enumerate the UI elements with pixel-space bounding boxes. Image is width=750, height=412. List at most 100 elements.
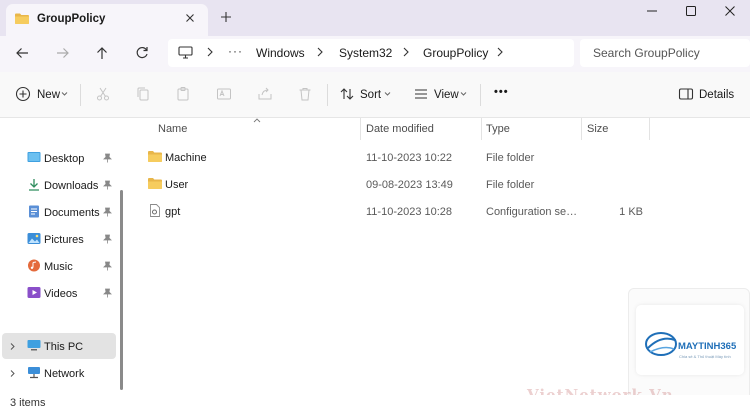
rename-icon[interactable] xyxy=(216,86,232,102)
column-header-type[interactable]: Type xyxy=(486,123,510,135)
cut-icon[interactable] xyxy=(95,86,111,102)
sidebar-item-label: Documents xyxy=(44,207,100,219)
sidebar-item-videos[interactable]: Videos xyxy=(0,280,116,306)
toolbar-divider xyxy=(480,84,481,106)
chevron-up-icon xyxy=(253,118,261,123)
more-options-button[interactable]: ••• xyxy=(494,86,509,98)
sort-icon xyxy=(340,88,354,100)
breadcrumb-grouppolicy[interactable]: GroupPolicy xyxy=(423,46,488,60)
address-bar[interactable]: ··· Windows System32 GroupPolicy xyxy=(168,39,574,67)
column-header-date[interactable]: Date modified xyxy=(366,123,434,135)
search-placeholder: Search GroupPolicy xyxy=(593,46,700,60)
this-pc-icon xyxy=(27,340,41,351)
pin-icon xyxy=(103,153,112,163)
column-divider[interactable] xyxy=(481,118,482,140)
desktop-icon xyxy=(27,152,41,162)
file-name: Machine xyxy=(165,152,207,164)
plus-icon[interactable] xyxy=(219,10,233,24)
pin-icon xyxy=(103,288,112,298)
sidebar-scrollbar[interactable] xyxy=(120,190,123,390)
view-list-icon xyxy=(415,89,427,99)
chevron-right-icon[interactable] xyxy=(316,46,324,58)
network-icon xyxy=(28,367,40,379)
breadcrumb-windows[interactable]: Windows xyxy=(256,46,305,60)
tab-grouppolicy[interactable]: GroupPolicy xyxy=(6,4,208,36)
folder-icon xyxy=(148,178,162,189)
sidebar-item-label: Network xyxy=(44,368,85,380)
breadcrumb-system32[interactable]: System32 xyxy=(339,46,392,60)
table-row[interactable]: gpt 11-10-2023 10:28 Configuration setti… xyxy=(128,198,750,224)
paste-icon[interactable] xyxy=(175,86,191,102)
folder-icon xyxy=(15,13,29,24)
sidebar-item-downloads[interactable]: Downloads xyxy=(0,172,116,198)
navigation-pane: Desktop Downloads Documents Pictures Mus… xyxy=(0,118,128,395)
music-icon xyxy=(28,259,40,272)
new-label: New xyxy=(37,89,61,101)
this-pc-icon xyxy=(178,46,193,59)
table-row[interactable]: Machine 11-10-2023 10:22 File folder xyxy=(128,144,750,170)
watermark-logo: MAYTINH365 Chia sẻ & Thủ thuật Máy tính xyxy=(636,305,744,375)
pictures-icon xyxy=(27,233,41,244)
download-icon xyxy=(29,179,39,191)
search-box[interactable]: Search GroupPolicy xyxy=(580,39,750,67)
sidebar-item-pictures[interactable]: Pictures xyxy=(0,226,116,252)
pin-icon xyxy=(103,261,112,271)
delete-icon[interactable] xyxy=(297,86,313,102)
sidebar-item-label: This PC xyxy=(44,341,84,353)
refresh-icon[interactable] xyxy=(133,44,151,62)
up-arrow-icon[interactable] xyxy=(93,44,111,62)
add-circle-icon xyxy=(15,86,31,102)
watermark-brand: MAYTINH365 xyxy=(678,341,737,352)
file-name: User xyxy=(165,179,189,191)
close-icon[interactable] xyxy=(719,3,741,19)
chevron-right-icon[interactable] xyxy=(402,46,410,58)
sidebar-item-this-pc[interactable]: This PC xyxy=(2,333,116,359)
details-pane-icon xyxy=(678,88,694,100)
sidebar-item-music[interactable]: Music xyxy=(0,253,116,279)
folder-icon xyxy=(148,151,162,162)
item-count: 3 items xyxy=(10,397,46,409)
documents-icon xyxy=(29,205,39,218)
column-divider[interactable] xyxy=(581,118,582,140)
sidebar-item-documents[interactable]: Documents xyxy=(0,199,116,225)
close-icon[interactable] xyxy=(183,11,197,25)
sidebar-item-network[interactable]: Network xyxy=(0,360,116,386)
chevron-right-icon[interactable] xyxy=(9,369,16,378)
table-row[interactable]: User 09-08-2023 13:49 File folder xyxy=(128,171,750,197)
pin-icon xyxy=(103,207,112,217)
toolbar-divider xyxy=(327,84,328,106)
tab-title: GroupPolicy xyxy=(37,13,106,25)
sidebar-item-label: Pictures xyxy=(44,234,84,246)
watermark-tagline: Chia sẻ & Thủ thuật Máy tính xyxy=(679,354,731,359)
details-label: Details xyxy=(699,89,735,101)
maximize-icon[interactable] xyxy=(680,3,702,19)
minimize-icon[interactable] xyxy=(641,3,663,19)
globe-logo-icon xyxy=(645,332,677,356)
chevron-down-icon xyxy=(384,92,391,96)
column-header-size[interactable]: Size xyxy=(587,123,608,135)
chevron-down-icon xyxy=(460,92,467,96)
file-type: File folder xyxy=(486,179,535,191)
sidebar-item-label: Videos xyxy=(44,288,78,300)
sort-label: Sort xyxy=(360,89,382,101)
back-arrow-icon[interactable] xyxy=(13,44,31,62)
column-divider[interactable] xyxy=(649,118,650,140)
view-label: View xyxy=(434,89,459,101)
file-type: Configuration settings xyxy=(486,206,578,218)
title-bar: GroupPolicy xyxy=(0,0,750,36)
share-icon[interactable] xyxy=(257,86,273,102)
file-size: 1 KB xyxy=(619,206,643,218)
navigation-bar: ··· Windows System32 GroupPolicy Search … xyxy=(0,36,750,72)
chevron-right-icon[interactable] xyxy=(206,46,214,58)
column-header-name[interactable]: Name xyxy=(158,123,187,135)
sidebar-item-desktop[interactable]: Desktop xyxy=(0,145,116,171)
config-file-icon xyxy=(150,204,160,217)
file-date: 11-10-2023 10:22 xyxy=(366,152,453,164)
chevron-right-icon[interactable] xyxy=(496,46,504,58)
column-divider[interactable] xyxy=(360,118,361,140)
more-path-button[interactable]: ··· xyxy=(228,44,243,58)
forward-arrow-icon[interactable] xyxy=(54,44,72,62)
chevron-right-icon[interactable] xyxy=(9,342,16,351)
copy-icon[interactable] xyxy=(135,86,151,102)
file-type: File folder xyxy=(486,152,535,164)
